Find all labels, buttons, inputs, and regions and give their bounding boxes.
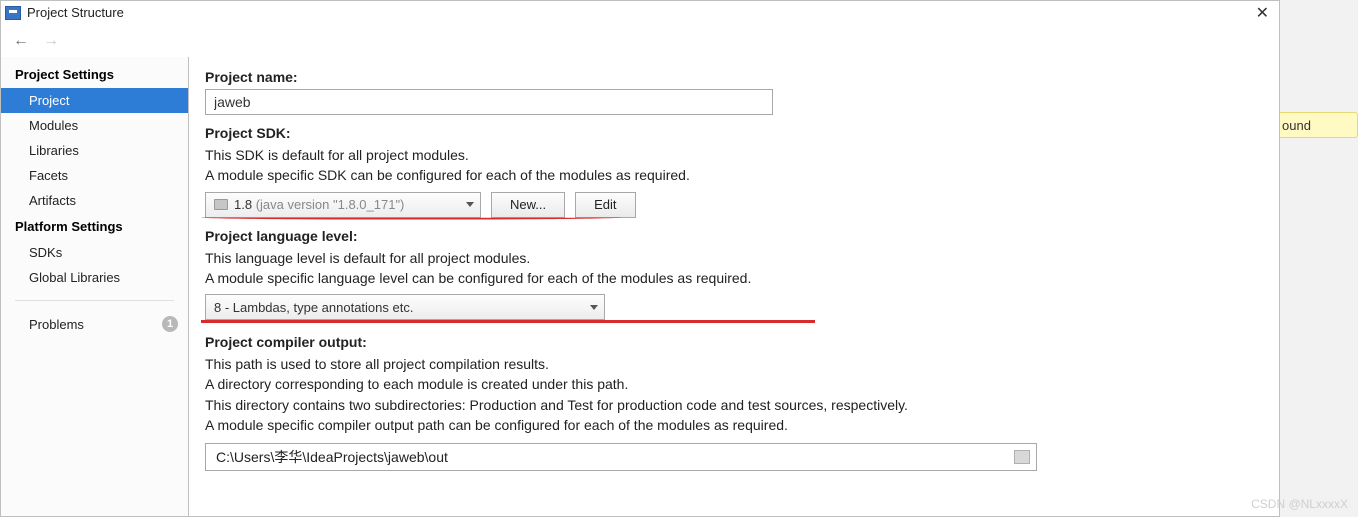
project-settings-heading: Project Settings xyxy=(1,61,188,88)
project-structure-dialog: Project Structure ✕ ← → Project Settings… xyxy=(0,0,1280,517)
out-desc-2: A directory corresponding to each module… xyxy=(205,374,1259,394)
close-button[interactable]: ✕ xyxy=(1252,3,1273,23)
sidebar-item-label: Artifacts xyxy=(29,193,76,208)
project-name-label: Project name: xyxy=(205,69,1259,85)
watermark: CSDN @NLxxxxX xyxy=(1251,497,1348,511)
platform-settings-heading: Platform Settings xyxy=(1,213,188,240)
sidebar-item-modules[interactable]: Modules xyxy=(1,113,188,138)
sidebar-item-label: Modules xyxy=(29,118,78,133)
sidebar-item-label: Facets xyxy=(29,168,68,183)
sidebar-item-label: Global Libraries xyxy=(29,270,120,285)
sidebar-item-label: Project xyxy=(29,93,69,108)
sidebar: Project Settings Project Modules Librari… xyxy=(1,57,189,516)
project-sdk-label: Project SDK: xyxy=(205,125,1259,141)
main-panel: Project name: Project SDK: This SDK is d… xyxy=(189,57,1279,516)
new-sdk-button[interactable]: New... xyxy=(491,192,565,218)
sidebar-item-libraries[interactable]: Libraries xyxy=(1,138,188,163)
sdk-value: 1.8 (java version "1.8.0_171") xyxy=(234,197,404,212)
app-icon xyxy=(5,6,21,20)
problems-count-badge: 1 xyxy=(162,316,178,332)
chevron-down-icon xyxy=(590,305,598,310)
language-level-value: 8 - Lambdas, type annotations etc. xyxy=(214,300,590,315)
background-notification-tail: ound xyxy=(1280,112,1358,138)
sidebar-item-label: Problems xyxy=(29,317,84,332)
folder-icon xyxy=(214,199,228,210)
sidebar-item-facets[interactable]: Facets xyxy=(1,163,188,188)
forward-button[interactable]: → xyxy=(41,31,61,51)
sidebar-item-problems[interactable]: Problems 1 xyxy=(1,311,188,337)
divider xyxy=(15,300,174,301)
toolbar: ← → xyxy=(1,25,1279,57)
project-name-input[interactable] xyxy=(205,89,773,115)
sidebar-item-project[interactable]: Project xyxy=(1,88,188,113)
compiler-output-value: C:\Users\李华\IdeaProjects\jaweb\out xyxy=(216,447,448,467)
out-desc-3: This directory contains two subdirectori… xyxy=(205,395,1259,415)
chevron-down-icon xyxy=(466,202,474,207)
window-title: Project Structure xyxy=(27,5,124,20)
compiler-output-label: Project compiler output: xyxy=(205,334,1259,350)
back-button[interactable]: ← xyxy=(11,31,31,51)
language-level-label: Project language level: xyxy=(205,228,1259,244)
compiler-output-field[interactable]: C:\Users\李华\IdeaProjects\jaweb\out xyxy=(205,443,1037,471)
sidebar-item-label: Libraries xyxy=(29,143,79,158)
lang-desc-2: A module specific language level can be … xyxy=(205,268,1259,288)
titlebar: Project Structure ✕ xyxy=(1,1,1279,25)
browse-folder-button[interactable] xyxy=(1014,450,1030,464)
sidebar-item-label: SDKs xyxy=(29,245,62,260)
out-desc-4: A module specific compiler output path c… xyxy=(205,415,1259,435)
lang-desc-1: This language level is default for all p… xyxy=(205,248,1259,268)
sidebar-item-global-libraries[interactable]: Global Libraries xyxy=(1,265,188,290)
out-desc-1: This path is used to store all project c… xyxy=(205,354,1259,374)
project-sdk-select[interactable]: 1.8 (java version "1.8.0_171") xyxy=(205,192,481,218)
edit-sdk-button[interactable]: Edit xyxy=(575,192,635,218)
language-level-select[interactable]: 8 - Lambdas, type annotations etc. xyxy=(205,294,605,320)
sdk-desc-2: A module specific SDK can be configured … xyxy=(205,165,1259,185)
sdk-desc-1: This SDK is default for all project modu… xyxy=(205,145,1259,165)
background-notification-text: ound xyxy=(1282,118,1311,133)
sidebar-item-sdks[interactable]: SDKs xyxy=(1,240,188,265)
sidebar-item-artifacts[interactable]: Artifacts xyxy=(1,188,188,213)
